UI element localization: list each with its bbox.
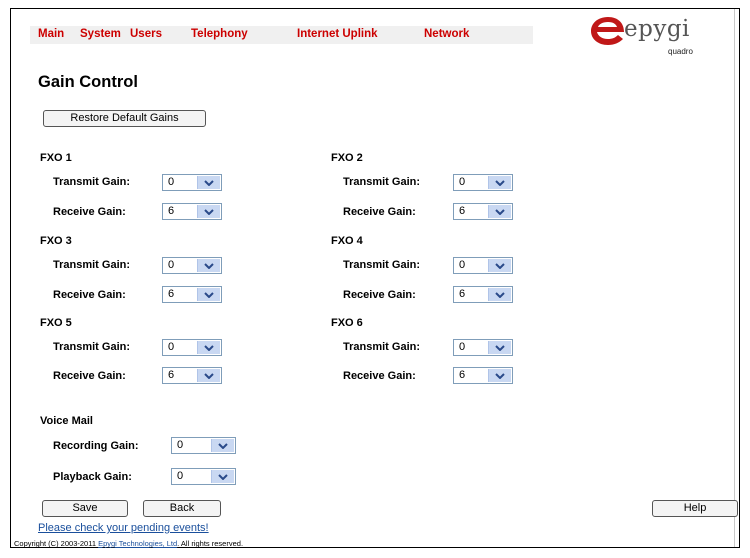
receive-gain-select-fxo3[interactable]: 6 (162, 286, 222, 303)
receive-gain-select-fxo5[interactable]: 6 (162, 367, 222, 384)
top-nav: Main System Users Telephony Internet Upl… (30, 26, 533, 44)
chevron-down-icon (488, 176, 511, 189)
receive-gain-label-fxo1: Receive Gain: (53, 206, 126, 218)
receive-gain-value-fxo4: 6 (459, 288, 466, 300)
epygi-logo: epygi quadro (588, 14, 718, 60)
transmit-gain-select-fxo2[interactable]: 0 (453, 174, 513, 191)
chevron-down-icon (197, 176, 220, 189)
receive-gain-select-fxo4[interactable]: 6 (453, 286, 513, 303)
group-heading-fxo1: FXO 1 (40, 152, 72, 164)
receive-gain-select-fxo6[interactable]: 6 (453, 367, 513, 384)
chevron-down-icon (197, 341, 220, 354)
playback-gain-value: 0 (177, 470, 184, 482)
nav-network[interactable]: Network (424, 28, 469, 40)
receive-gain-value-fxo3: 6 (168, 288, 175, 300)
transmit-gain-label-fxo3: Transmit Gain: (53, 259, 131, 271)
nav-main[interactable]: Main (38, 28, 64, 40)
chevron-down-icon (211, 439, 234, 452)
chevron-down-icon (197, 288, 220, 301)
receive-gain-value-fxo5: 6 (168, 369, 175, 381)
transmit-gain-label-fxo1: Transmit Gain: (53, 176, 131, 188)
transmit-gain-value-fxo5: 0 (168, 341, 175, 353)
recording-gain-value: 0 (177, 439, 184, 451)
help-button[interactable]: Help (652, 500, 738, 517)
chevron-down-icon (197, 259, 220, 272)
chevron-down-icon (488, 259, 511, 272)
transmit-gain-label-fxo5: Transmit Gain: (53, 341, 131, 353)
transmit-gain-label-fxo4: Transmit Gain: (343, 259, 421, 271)
group-heading-fxo5: FXO 5 (40, 317, 72, 329)
playback-gain-label: Playback Gain: (53, 471, 132, 483)
transmit-gain-select-fxo5[interactable]: 0 (162, 339, 222, 356)
transmit-gain-label-fxo6: Transmit Gain: (343, 341, 421, 353)
receive-gain-value-fxo6: 6 (459, 369, 466, 381)
receive-gain-select-fxo2[interactable]: 6 (453, 203, 513, 220)
receive-gain-select-fxo1[interactable]: 6 (162, 203, 222, 220)
copyright-prefix: Copyright (C) 2003-2011 (14, 539, 99, 548)
logo-mark-icon (591, 17, 624, 45)
chevron-down-icon (211, 470, 234, 483)
receive-gain-value-fxo1: 6 (168, 205, 175, 217)
group-heading-fxo2: FXO 2 (331, 152, 363, 164)
transmit-gain-value-fxo4: 0 (459, 259, 466, 271)
transmit-gain-value-fxo2: 0 (459, 176, 466, 188)
group-heading-fxo3: FXO 3 (40, 235, 72, 247)
logo-brand-text: epygi (624, 16, 690, 42)
receive-gain-label-fxo2: Receive Gain: (343, 206, 416, 218)
group-heading-fxo4: FXO 4 (331, 235, 363, 247)
receive-gain-label-fxo4: Receive Gain: (343, 289, 416, 301)
group-heading-voice-mail: Voice Mail (40, 415, 93, 427)
transmit-gain-value-fxo1: 0 (168, 176, 175, 188)
recording-gain-label: Recording Gain: (53, 440, 139, 452)
chevron-down-icon (197, 369, 220, 382)
transmit-gain-select-fxo6[interactable]: 0 (453, 339, 513, 356)
chevron-down-icon (488, 205, 511, 218)
company-link[interactable]: Epygi Technologies, Ltd (98, 539, 177, 548)
nav-telephony[interactable]: Telephony (191, 28, 248, 40)
chevron-down-icon (488, 288, 511, 301)
receive-gain-label-fxo6: Receive Gain: (343, 370, 416, 382)
playback-gain-select[interactable]: 0 (171, 468, 236, 485)
transmit-gain-select-fxo1[interactable]: 0 (162, 174, 222, 191)
save-button[interactable]: Save (42, 500, 128, 517)
receive-gain-label-fxo5: Receive Gain: (53, 370, 126, 382)
chevron-down-icon (488, 341, 511, 354)
logo-subtitle: quadro (668, 47, 693, 56)
nav-users[interactable]: Users (130, 28, 162, 40)
group-heading-fxo6: FXO 6 (331, 317, 363, 329)
receive-gain-label-fxo3: Receive Gain: (53, 289, 126, 301)
transmit-gain-select-fxo4[interactable]: 0 (453, 257, 513, 274)
restore-default-gains-button[interactable]: Restore Default Gains (43, 110, 206, 127)
back-button[interactable]: Back (143, 500, 221, 517)
recording-gain-select[interactable]: 0 (171, 437, 236, 454)
receive-gain-value-fxo2: 6 (459, 205, 466, 217)
nav-internet-uplink[interactable]: Internet Uplink (297, 28, 378, 40)
transmit-gain-select-fxo3[interactable]: 0 (162, 257, 222, 274)
copyright-notice: Copyright (C) 2003-2011 Epygi Technologi… (14, 539, 243, 548)
transmit-gain-value-fxo3: 0 (168, 259, 175, 271)
page-title: Gain Control (38, 73, 138, 91)
nav-system[interactable]: System (80, 28, 121, 40)
pending-events-link[interactable]: Please check your pending events! (38, 522, 209, 534)
transmit-gain-value-fxo6: 0 (459, 341, 466, 353)
transmit-gain-label-fxo2: Transmit Gain: (343, 176, 421, 188)
scrollbar[interactable] (734, 9, 739, 547)
chevron-down-icon (197, 205, 220, 218)
chevron-down-icon (488, 369, 511, 382)
copyright-suffix: . All rights reserved. (177, 539, 244, 548)
